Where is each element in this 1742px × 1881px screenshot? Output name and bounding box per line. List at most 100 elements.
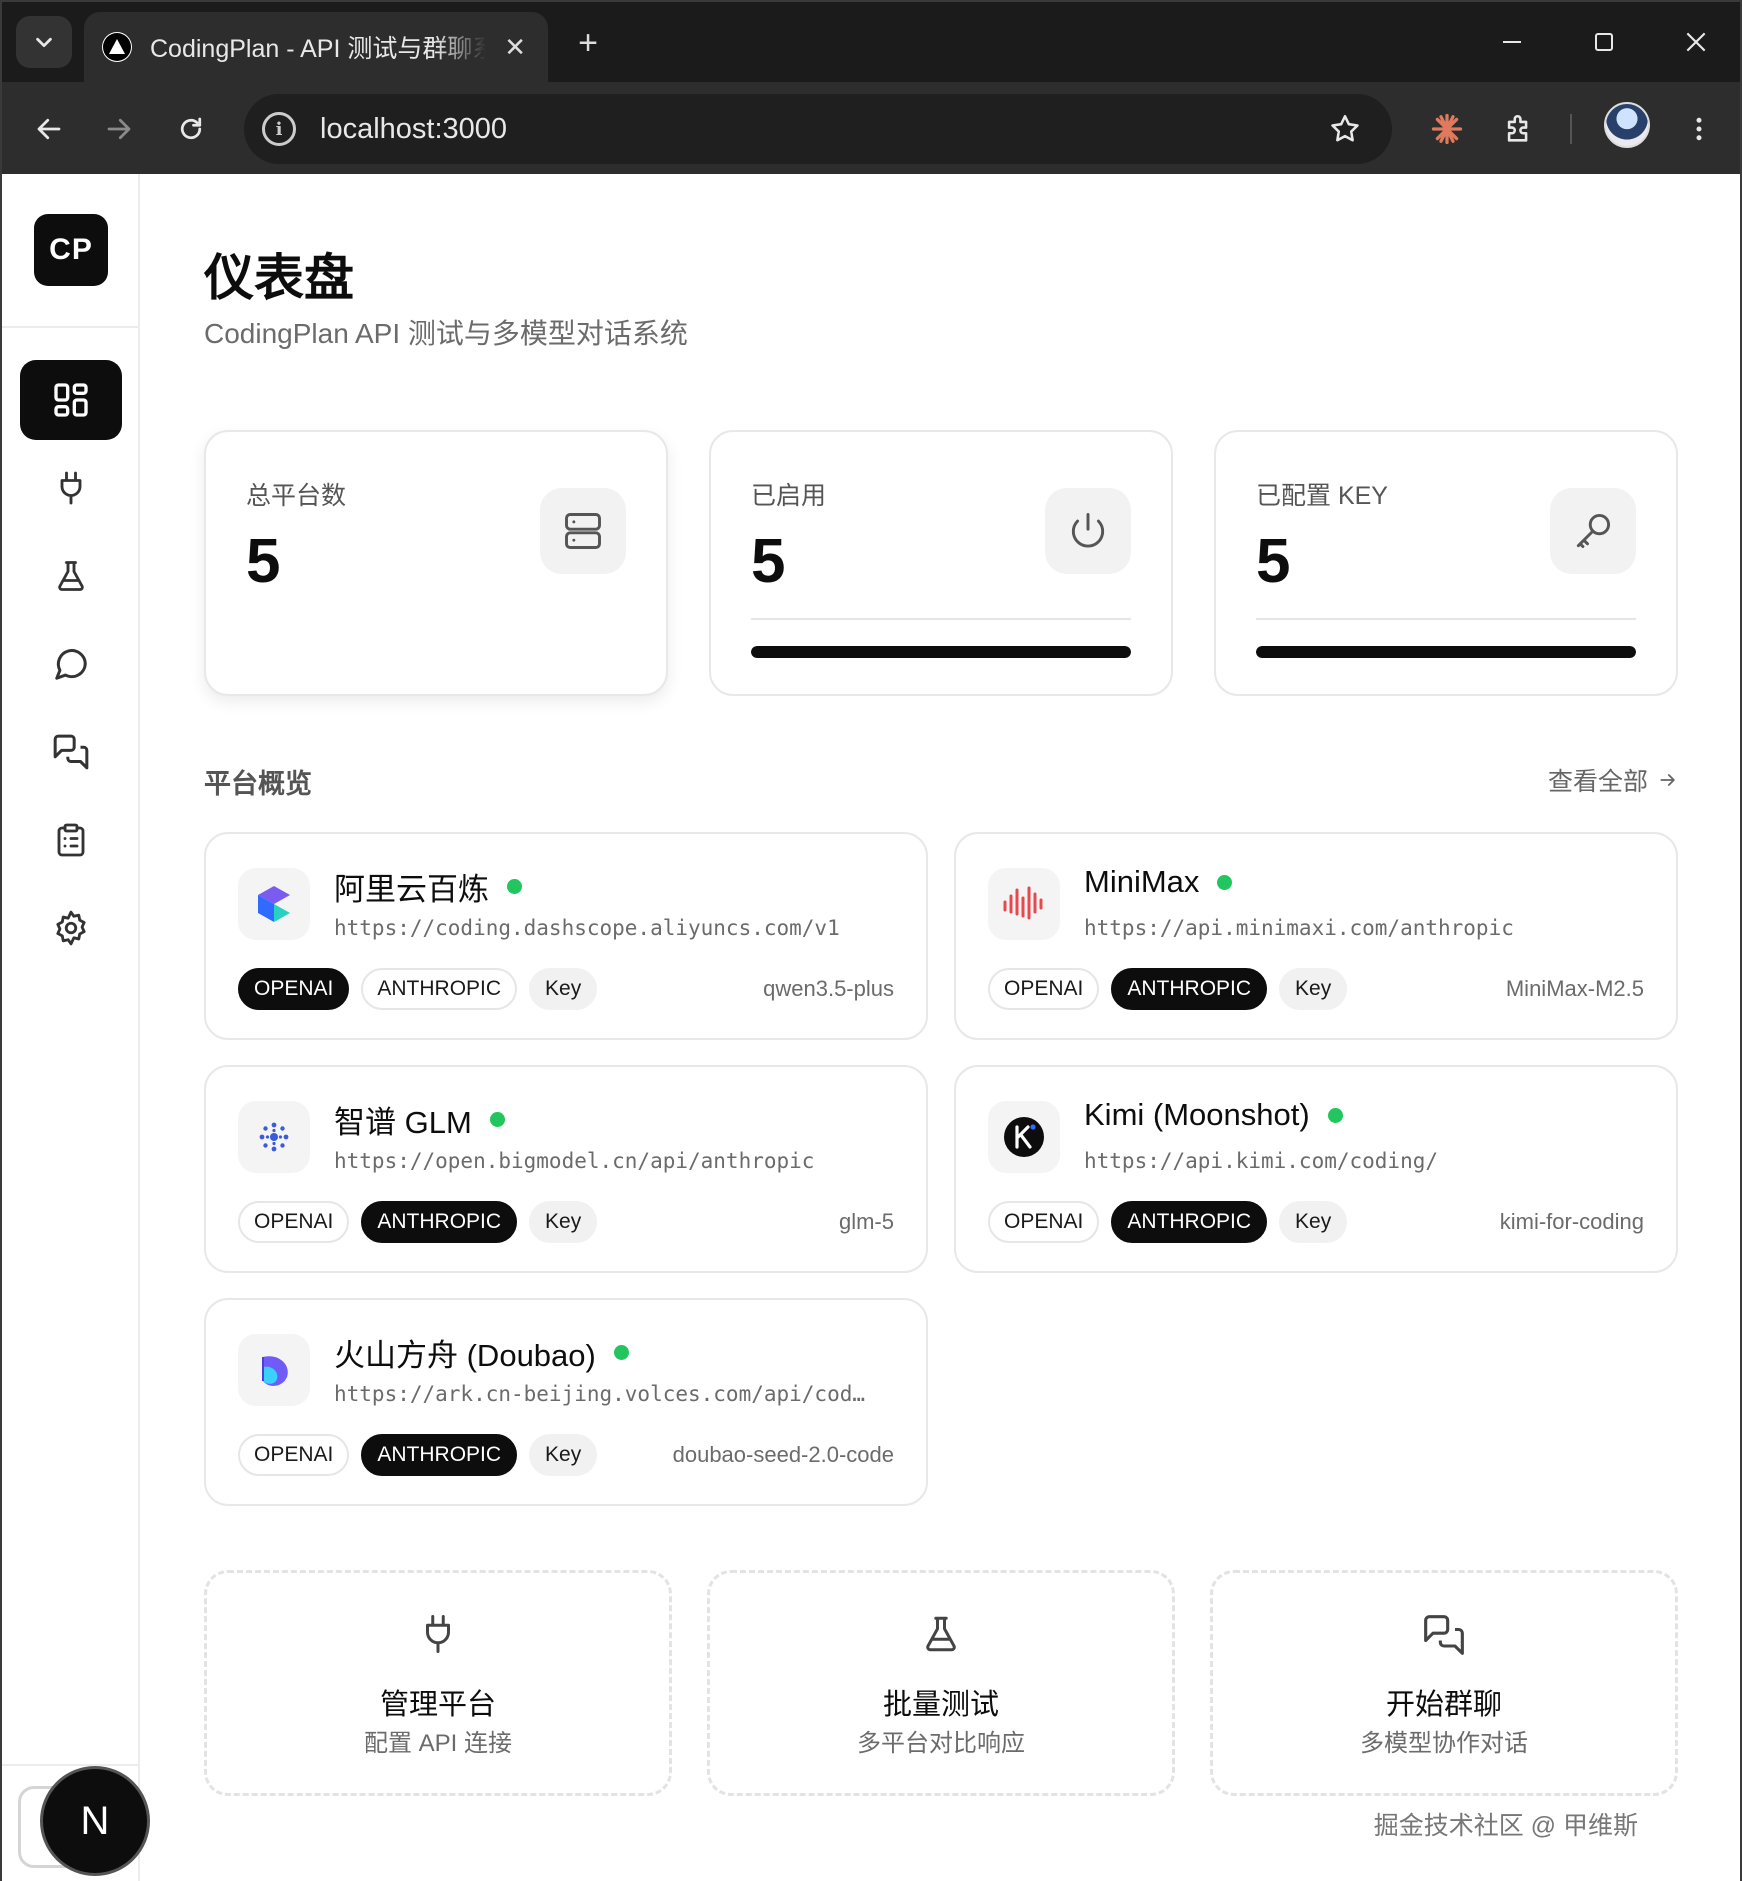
url-text[interactable]: localhost:3000: [320, 113, 507, 146]
sidebar-item-chat[interactable]: [20, 624, 122, 704]
plug-icon: [60, 471, 82, 505]
stat-divider: [751, 618, 1131, 620]
nextjs-favicon-icon: [102, 32, 132, 62]
minimize-icon: [1503, 41, 1521, 43]
platform-model: glm-5: [838, 1209, 894, 1234]
reload-icon: [180, 117, 202, 140]
sidebar-item-dashboard[interactable]: [20, 360, 122, 440]
reload-button[interactable]: [166, 104, 216, 154]
sidebar-item-platforms[interactable]: [20, 448, 122, 528]
protocol-tag-openai: OPENAI: [238, 1201, 350, 1243]
platform-model: MiniMax-M2.5: [1505, 976, 1644, 1001]
quick-action-title: 批量测试: [882, 1689, 999, 1721]
dashboard-grid-icon: [54, 383, 88, 417]
view-all-label[interactable]: 查看全部: [1548, 762, 1648, 798]
protocol-tag-anthropic: ANTHROPIC: [1111, 1201, 1268, 1243]
power-icon: [1045, 488, 1131, 574]
claude-extension-icon[interactable]: [1422, 104, 1472, 154]
keys-progress-fill: [1256, 646, 1636, 658]
maximize-icon: [1595, 33, 1613, 51]
browser-toolbar: i localhost:3000: [2, 82, 1740, 176]
enabled-progress-bar: [751, 646, 1131, 658]
plug-icon: [207, 1613, 669, 1655]
quick-action-batch-test[interactable]: 批量测试 多平台对比响应: [707, 1570, 1175, 1796]
platform-card-zhipu[interactable]: 智谱 GLM https://open.bigmodel.cn/api/anth…: [204, 1065, 928, 1273]
forward-button[interactable]: [94, 104, 144, 154]
address-bar[interactable]: i localhost:3000: [244, 94, 1392, 164]
page-subtitle: CodingPlan API 测试与多模型对话系统: [204, 318, 688, 349]
sidebar-item-tests[interactable]: [20, 536, 122, 616]
extensions-puzzle-icon[interactable]: [1494, 104, 1544, 154]
platform-name: 火山方舟 (Doubao): [334, 1338, 596, 1373]
doubao-logo-icon: [238, 1334, 310, 1406]
stat-label: 已启用: [751, 482, 827, 510]
platform-card-minimax[interactable]: MiniMax https://api.minimaxi.com/anthrop…: [954, 832, 1678, 1040]
sidebar: CP N: [2, 174, 150, 1881]
stat-value: 5: [246, 527, 281, 596]
minimax-logo-icon: [988, 868, 1060, 940]
platform-name: 智谱 GLM: [334, 1105, 472, 1140]
stat-value: 5: [1256, 527, 1291, 596]
quick-action-subtitle: 配置 API 连接: [363, 1730, 513, 1757]
platform-card-aliyun[interactable]: 阿里云百炼 https://coding.dashscope.aliyuncs.…: [204, 832, 928, 1040]
platform-url: https://api.kimi.com/coding/: [1084, 1149, 1439, 1173]
sidebar-item-logs[interactable]: [20, 800, 122, 880]
sidebar-bottom-divider: [2, 1764, 138, 1766]
protocol-tag-anthropic: ANTHROPIC: [361, 1434, 518, 1476]
group-chat-icon: [53, 734, 89, 770]
enabled-progress-fill: [751, 646, 1131, 658]
protocol-tag-anthropic: ANTHROPIC: [361, 1201, 518, 1243]
back-button[interactable]: [24, 104, 74, 154]
group-chat-icon: [1213, 1613, 1675, 1657]
clipboard-icon: [57, 823, 85, 857]
chat-bubble-icon: [55, 649, 87, 680]
keys-progress-bar: [1256, 646, 1636, 658]
platform-card-doubao[interactable]: 火山方舟 (Doubao) https://ark.cn-beijing.vol…: [204, 1298, 928, 1506]
platform-url: https://open.bigmodel.cn/api/anthropic: [334, 1149, 815, 1173]
close-window-button[interactable]: [1666, 20, 1726, 64]
section-title: 平台概览: [204, 769, 312, 799]
key-tag: Key: [1279, 968, 1348, 1010]
stat-label: 已配置 KEY: [1256, 482, 1388, 510]
quick-action-group-chat[interactable]: 开始群聊 多模型协作对话: [1210, 1570, 1678, 1796]
main-content: 仪表盘 CodingPlan API 测试与多模型对话系统 总平台数 5 已启用…: [204, 174, 1678, 1881]
platform-url: https://coding.dashscope.aliyuncs.com/v1: [334, 916, 840, 940]
platform-model: kimi-for-coding: [1499, 1209, 1644, 1234]
new-tab-button[interactable]: +: [568, 24, 608, 64]
minimize-button[interactable]: [1482, 20, 1542, 64]
stat-divider: [1256, 618, 1636, 620]
bookmark-star-icon[interactable]: [1328, 112, 1362, 151]
status-dot: [489, 1112, 505, 1127]
app-logo[interactable]: CP: [34, 214, 108, 286]
key-tag: Key: [529, 1434, 598, 1476]
protocol-tag-openai: OPENAI: [988, 1201, 1100, 1243]
quick-action-manage-platforms[interactable]: 管理平台 配置 API 连接: [204, 1570, 672, 1796]
zhipu-glm-logo-icon: [238, 1101, 310, 1173]
profile-avatar[interactable]: [1604, 102, 1650, 148]
browser-tab[interactable]: CodingPlan - API 测试与群聊系统 ✕: [84, 12, 548, 82]
sidebar-item-settings[interactable]: [20, 888, 122, 968]
browser-menu-icon[interactable]: [1674, 104, 1724, 154]
tab-title: CodingPlan - API 测试与群聊系统: [150, 35, 487, 63]
aliyun-bailian-logo-icon: [238, 868, 310, 940]
sidebar-item-group-chat[interactable]: [20, 712, 122, 792]
nextjs-dev-badge[interactable]: N: [40, 1766, 150, 1876]
tab-search-button[interactable]: [16, 16, 72, 68]
platform-card-kimi[interactable]: Kimi (Moonshot) https://api.kimi.com/cod…: [954, 1065, 1678, 1273]
page-title: 仪表盘: [204, 250, 354, 306]
kimi-logo-icon: [988, 1101, 1060, 1173]
platform-name: MiniMax: [1084, 864, 1200, 899]
server-icon: [540, 488, 626, 574]
maximize-button[interactable]: [1574, 20, 1634, 64]
protocol-tag-openai: OPENAI: [238, 968, 350, 1010]
watermark: 掘金技术社区 @ 甲维斯: [1373, 1812, 1638, 1840]
tab-close-icon[interactable]: ✕: [500, 32, 530, 63]
toolbar-divider: [1570, 114, 1572, 144]
chevron-down-icon: [36, 37, 52, 48]
gear-icon: [56, 910, 86, 946]
site-info-icon[interactable]: i: [262, 112, 296, 146]
view-all-link[interactable]: 查看全部: [1548, 762, 1678, 798]
platform-url: https://api.minimaxi.com/anthropic: [1084, 916, 1514, 940]
protocol-tag-anthropic: ANTHROPIC: [361, 968, 518, 1010]
arrow-right-icon: [107, 118, 131, 140]
